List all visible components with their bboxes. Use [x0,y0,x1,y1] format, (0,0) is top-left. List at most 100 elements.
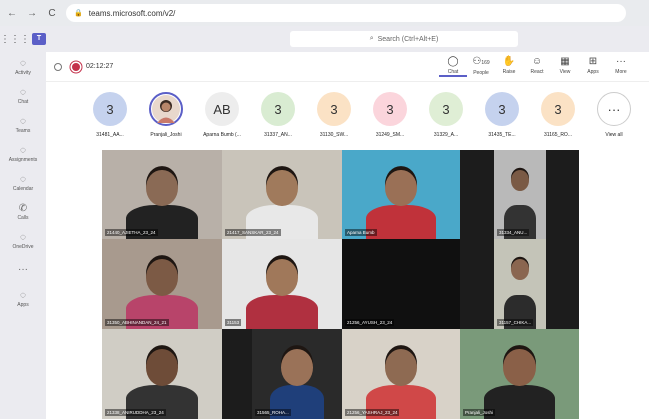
left-rail: ◌ Activity ◌ Chat ◌ Teams ◌ Assignments ◌ Calenda… [0,52,46,419]
forward-arrow-icon[interactable]: → [26,8,38,19]
participant-face [145,258,179,297]
control-react-button[interactable]: ☺ React [523,55,551,77]
participant-avatar-item[interactable]: 3 31130_SW... [306,92,362,138]
control-label: People [473,70,489,76]
video-tile-name: 21256_YASHRAJ_23_24 [345,409,400,416]
reload-icon[interactable]: C [46,8,58,19]
avatar: 3 [373,92,407,126]
rail-item-assignments[interactable]: ◌ Assignments [0,139,46,168]
video-tile[interactable]: 31565_ROHA... [252,329,342,419]
meeting-stage: 02:12:27 ◯ Chat ⚇169 People ✋ Raise ☺ React ▦ Vie… [46,52,649,419]
participant-face [510,258,530,281]
participant-name: 31329_A... [433,132,459,138]
participant-avatar-item[interactable]: 3 31329_A... [418,92,474,138]
participant-name: 31337_AN... [264,132,292,138]
apps-icon: ◌ [20,289,26,301]
control-more-button[interactable]: ··· More [607,55,635,77]
participant-avatar-item[interactable]: Pranjali_Joshi [138,92,194,138]
video-tile[interactable]: 31153 [222,239,342,329]
rail-item-label: Apps [17,301,29,308]
video-tile-name: 31153 [225,319,242,326]
bell-icon: ◌ [20,57,26,69]
video-tile[interactable]: Pranjali_Joshi [460,329,579,419]
people-icon: ⚇169 [472,56,490,67]
rail-item-label: Activity [15,69,31,76]
control-apps-button[interactable]: ⊞ Apps [579,55,607,77]
participant-name: 31165_RO... [544,132,572,138]
control-raise-button[interactable]: ✋ Raise [495,55,523,77]
search-box[interactable]: ⌕ Search (Ctrl+Alt+E) [290,31,518,47]
app-launcher-icon[interactable]: ⋮⋮⋮ [0,34,30,45]
avatar-photo [149,92,183,126]
control-people-button[interactable]: ⚇169 People [467,55,495,77]
participant-face [503,348,536,387]
rail-item-label: Calls [17,214,29,221]
video-tile[interactable]: 21440_AJIETHA_23_24 [102,150,222,239]
rail-item-apps[interactable]: ◌ Apps [0,284,46,313]
video-tile[interactable]: 21256_AYUSH_23_24 [342,239,460,329]
video-tile[interactable]: 31157_CHIKA... [494,239,546,329]
address-bar[interactable]: 🔒 teams.microsoft.com/v2/ [66,4,626,22]
participant-name: View all [605,132,623,138]
avatar: ··· [597,92,631,126]
rail-item-onedrive[interactable]: ◌ OneDrive [0,226,46,255]
shield-icon[interactable] [54,62,62,71]
search-icon: ⌕ [369,35,374,42]
avatar: 3 [261,92,295,126]
teams-icon: ◌ [20,115,26,127]
cloud-icon: ◌ [20,231,26,243]
participant-avatar-item[interactable]: 3 31481_AA... [82,92,138,138]
participant-avatar-item[interactable]: 3 31337_AN... [250,92,306,138]
control-label: View [559,69,571,75]
avatar: AB [205,92,239,126]
participant-name: 31481_AA... [96,132,124,138]
rail-item-calendar[interactable]: ◌ Calendar [0,168,46,197]
phone-icon: ✆ [18,202,28,214]
participant-face [510,169,530,192]
search-placeholder: Search (Ctrl+Alt+E) [377,35,439,43]
rail-item-label: Teams [15,127,31,134]
recording-indicator-icon [72,62,80,71]
video-grid: 21440_AJIETHA_23_24 21417_SANSKAR_23_24 Ap… [102,150,579,419]
teams-logo-icon: T [32,33,46,45]
avatar: 3 [429,92,463,126]
rail-item-calls[interactable]: ✆ Calls [0,197,46,226]
video-tile[interactable]: 21256_YASHRAJ_23_24 [342,329,460,419]
back-arrow-icon[interactable]: ← [6,8,18,19]
participant-name: Pranjali_Joshi [150,132,182,138]
control-view-button[interactable]: ▦ View [551,55,579,77]
meeting-controls: ◯ Chat ⚇169 People ✋ Raise ☺ React ▦ View ⊞ Apps ···… [439,55,635,77]
control-chat-button[interactable]: ◯ Chat [439,55,467,77]
participant-face [265,258,299,297]
teams-header: ⋮⋮⋮ T ⌕ Search (Ctrl+Alt+E) [0,26,649,52]
smile-icon: ☺ [531,56,543,67]
video-tile[interactable]: 31350_ABHINANDAN_24_21 [102,239,222,329]
participant-face [384,169,417,207]
participant-avatar-item[interactable]: 3 31249_SM... [362,92,418,138]
rail-item-activity[interactable]: ◌ Activity [0,52,46,81]
control-label: More [615,69,627,75]
video-tile-name: Pranjali_Joshi [463,409,496,416]
video-tile[interactable]: 21417_SANSKAR_23_24 [222,150,342,239]
avatar: 3 [485,92,519,126]
video-tile-name: 21256_AYUSH_23_24 [345,319,395,326]
rail-item-chat[interactable]: ◌ Chat [0,81,46,110]
people-count: 169 [481,60,490,66]
grid-icon: ▦ [560,56,570,67]
avatar: 3 [541,92,575,126]
participant-avatar-item[interactable]: 3 31165_RO... [530,92,586,138]
video-tile[interactable]: 21338_ANIRUDDHA_23_24 [102,329,222,419]
video-tile-name: Aparna Bumb [345,229,377,236]
view-all-button[interactable]: ··· View all [586,92,642,138]
rail-item-label: OneDrive [12,243,34,250]
rail-item-teams[interactable]: ◌ Teams [0,110,46,139]
video-tile[interactable]: 31334_ANU... [494,150,546,239]
control-label: Raise [502,69,516,75]
participant-avatar-item[interactable]: AB Aparna Bumb (... [194,92,250,138]
browser-toolbar: ← → C 🔒 teams.microsoft.com/v2/ [0,0,649,26]
video-tile[interactable]: Aparna Bumb [342,150,460,239]
participant-avatar-item[interactable]: 3 31435_TE... [474,92,530,138]
meeting-timer: 02:12:27 [86,63,114,70]
video-tile-name: 31334_ANU... [497,229,530,236]
rail-item-more[interactable]: ··· [0,255,46,284]
